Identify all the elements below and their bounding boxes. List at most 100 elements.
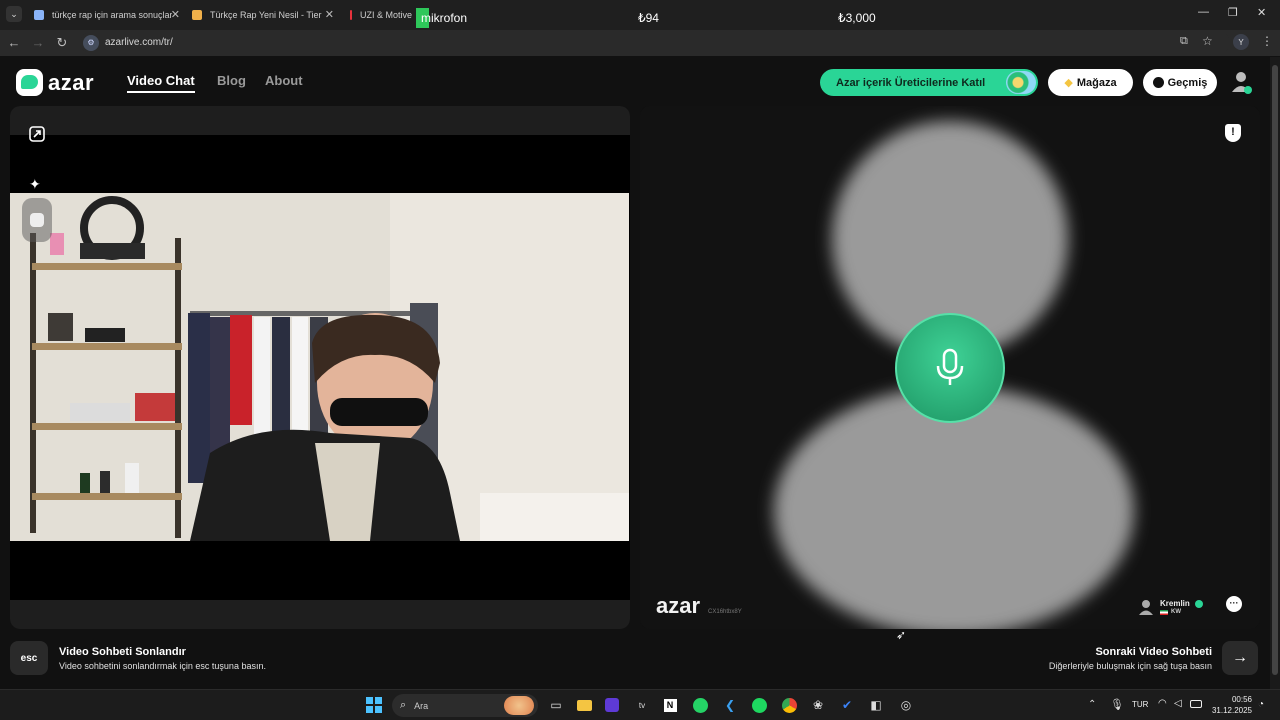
- forward-icon[interactable]: →: [30, 35, 46, 50]
- close-window-icon[interactable]: ✕: [1257, 6, 1266, 19]
- camera-top-bar: [10, 106, 630, 135]
- back-icon[interactable]: ←: [6, 35, 22, 50]
- install-app-icon[interactable]: ⧉: [1180, 35, 1188, 48]
- store-button-label: Mağaza: [1076, 76, 1117, 89]
- store-button[interactable]: ◆ Mağaza: [1048, 69, 1133, 96]
- my-camera-video: [10, 193, 629, 541]
- profile-avatar-icon[interactable]: Y: [1233, 34, 1249, 50]
- esc-key-label: esc: [20, 652, 38, 664]
- watermark-id: CX16htbx8Y: [708, 609, 742, 615]
- site-info-icon[interactable]: ⚙: [83, 34, 99, 51]
- close-tab-icon[interactable]: ✕: [325, 8, 334, 21]
- profile-avatar[interactable]: [1230, 70, 1252, 94]
- microphone-icon: [936, 348, 964, 385]
- verified-badge-icon: [1194, 599, 1203, 608]
- nav-blog[interactable]: Blog: [217, 73, 246, 88]
- user-avatar-icon: [1232, 72, 1252, 94]
- whatsapp-icon[interactable]: [692, 697, 708, 713]
- diamond-icon: ◆: [1064, 77, 1073, 89]
- report-shield-icon[interactable]: !: [1225, 124, 1241, 142]
- clock[interactable]: 00:56 31.12.2025: [1208, 694, 1252, 716]
- tab-search-icon[interactable]: ⌄: [6, 6, 22, 22]
- camera-scene-image: [10, 193, 629, 541]
- todo-icon[interactable]: ✔: [839, 697, 855, 713]
- app-cube-icon[interactable]: ◧: [868, 697, 884, 713]
- taskbar-search[interactable]: ⌕ Ara: [392, 694, 538, 717]
- tray-chevron-icon[interactable]: ⌃: [1088, 699, 1096, 710]
- my-camera-panel: ✦: [10, 106, 630, 629]
- chatgpt-icon[interactable]: ❀: [810, 697, 826, 713]
- camera-bottom-bar: [10, 600, 630, 629]
- clock-date: 31.12.2025: [1211, 706, 1252, 715]
- maximize-icon[interactable]: ❐: [1228, 6, 1238, 19]
- scrollbar-thumb[interactable]: [1272, 65, 1278, 675]
- search-icon: ⌕: [400, 699, 407, 711]
- overlay-label: mikrofon: [421, 11, 468, 25]
- app-icon[interactable]: [604, 697, 620, 713]
- minimize-icon[interactable]: —: [1198, 6, 1209, 18]
- volume-icon[interactable]: ◁: [1174, 698, 1182, 709]
- mic-button[interactable]: [895, 313, 1005, 423]
- browser-tab-3[interactable]: UZI & Motive: [342, 4, 412, 26]
- effects-sparkle-icon[interactable]: ✦: [29, 176, 41, 193]
- partner-info[interactable]: Kremlin KW: [1138, 599, 1203, 615]
- file-explorer-icon[interactable]: [576, 697, 592, 713]
- reload-icon[interactable]: ↻: [54, 35, 70, 51]
- partner-video-panel: ! azar CX16htbx8Y Kremlin KW: [640, 106, 1260, 629]
- language-indicator[interactable]: TUR: [1132, 700, 1148, 709]
- creator-join-button[interactable]: Azar içerik Üreticilerine Katıl: [820, 69, 1038, 96]
- creator-badge-icon: [1006, 71, 1036, 94]
- face-filter-icon[interactable]: [30, 213, 44, 227]
- clock-icon: [1152, 77, 1164, 88]
- end-chat-title: Video Sohbeti Sonlandır: [59, 646, 186, 658]
- tab-title: UZI & Motive: [359, 10, 412, 20]
- kuwait-flag-icon: [1160, 609, 1168, 615]
- browser-tab-1[interactable]: türkçe rap için arama sonuçları ✕: [26, 4, 180, 26]
- app-record-icon[interactable]: ◎: [898, 697, 914, 713]
- nav-video-chat[interactable]: Video Chat: [127, 73, 195, 93]
- nav-about[interactable]: About: [265, 73, 303, 88]
- history-button[interactable]: Geçmiş: [1143, 69, 1217, 96]
- overlay-price-1: ₺94: [638, 11, 659, 25]
- partner-avatar-icon: [1139, 600, 1153, 615]
- tray-mic-icon[interactable]: 🎙: [1110, 698, 1124, 711]
- address-bar-row: ← → ↻ ⚙ azarlive.com/tr/ ⧉ ☆ Y ⋮: [0, 30, 1280, 56]
- clock-time: 00:56: [1231, 695, 1252, 704]
- windows-start-icon[interactable]: [366, 697, 382, 713]
- azar-logo[interactable]: azar: [16, 69, 94, 96]
- task-view-icon[interactable]: ▭: [548, 697, 564, 713]
- esc-key-badge[interactable]: esc: [10, 641, 48, 675]
- close-tab-icon[interactable]: ✕: [171, 8, 180, 21]
- bookmark-star-icon[interactable]: ☆: [1202, 34, 1213, 48]
- end-chat-subtitle: Video sohbetini sonlandırmak için esc tu…: [59, 661, 266, 671]
- notification-bell-icon[interactable]: ◔: [1258, 699, 1264, 710]
- filters-panel: [22, 198, 52, 242]
- azar-page: azar Video Chat Blog About Azar içerik Ü…: [0, 57, 1270, 689]
- creator-button-label: Azar içerik Üreticilerine Katıl: [836, 76, 986, 89]
- youtube-favicon-icon: [350, 10, 352, 20]
- wifi-icon[interactable]: ◠: [1158, 698, 1167, 709]
- next-chat-button[interactable]: →: [1222, 641, 1258, 675]
- browser-tab-2[interactable]: Türkçe Rap Yeni Nesil - Tier List ✕: [184, 4, 334, 26]
- google-favicon-icon: [34, 10, 44, 20]
- vscode-icon[interactable]: ❮: [722, 697, 738, 713]
- notion-icon[interactable]: N: [662, 697, 678, 713]
- chat-message-icon[interactable]: ···: [1226, 596, 1242, 612]
- logo-text: azar: [48, 69, 95, 95]
- arrow-right-icon: →: [1232, 649, 1248, 666]
- search-placeholder: Ara: [414, 700, 429, 711]
- browser-menu-icon[interactable]: ⋮: [1261, 34, 1273, 48]
- spotify-icon[interactable]: [751, 697, 767, 713]
- battery-icon[interactable]: [1190, 700, 1202, 708]
- windows-taskbar: ⌕ Ara ▭ tv N ❮ ❀ ✔ ◧ ◎ ⌃ 🎙 TUR ◠ ◁ 00:56…: [0, 689, 1280, 720]
- tab-title: Türkçe Rap Yeni Nesil - Tier List: [210, 10, 324, 20]
- page-scrollbar[interactable]: [1270, 57, 1280, 689]
- azar-logo-icon: [16, 69, 43, 96]
- url-field[interactable]: ⚙ azarlive.com/tr/: [80, 32, 1230, 53]
- chrome-icon[interactable]: [781, 697, 797, 713]
- apple-tv-icon[interactable]: tv: [634, 697, 650, 713]
- url-text: azarlive.com/tr/: [105, 37, 173, 48]
- history-button-label: Geçmiş: [1167, 76, 1208, 89]
- expand-icon[interactable]: [29, 126, 45, 142]
- browser-tab-strip: ⌄ türkçe rap için arama sonuçları ✕ Türk…: [0, 0, 1280, 30]
